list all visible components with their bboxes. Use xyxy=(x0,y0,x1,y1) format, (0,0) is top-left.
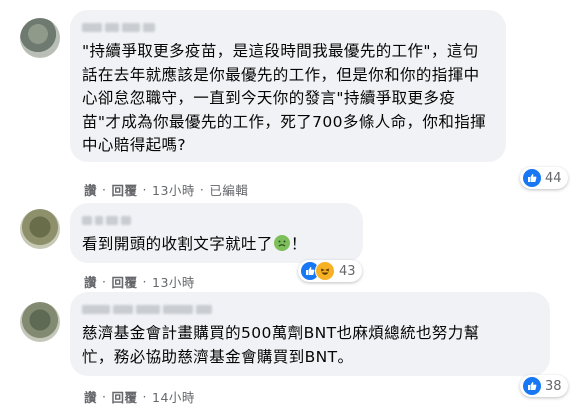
separator: · xyxy=(102,389,107,404)
reaction-summary[interactable]: 44 xyxy=(520,167,568,189)
comment-bubble: 慈濟基金會計畫購買的500萬劑BNT也麻煩總統也努力幫 忙，務必協助慈濟基金會購… xyxy=(70,292,550,376)
comment-bubble: 看到開頭的收割文字就吐了 ！ xyxy=(70,203,363,263)
timestamp[interactable]: 13小時 xyxy=(152,180,195,199)
edited-label[interactable]: 已編輯 xyxy=(209,180,248,199)
haha-icon xyxy=(315,261,335,281)
comment-text-end: ！ xyxy=(290,235,307,253)
reaction-summary[interactable]: 38 xyxy=(520,375,568,397)
separator: · xyxy=(102,274,107,289)
comment-actions: 讚 · 回覆 · 13小時 xyxy=(84,272,195,291)
comment-text: 看到開頭的收割文字就吐了 ！ xyxy=(82,233,351,257)
like-icon xyxy=(523,377,541,395)
author-name[interactable] xyxy=(82,302,538,316)
separator: · xyxy=(142,182,147,197)
reaction-count: 44 xyxy=(545,170,562,186)
like-icon xyxy=(523,169,541,187)
reaction-count: 38 xyxy=(545,378,562,394)
author-name[interactable] xyxy=(82,213,351,227)
reply-button[interactable]: 回覆 xyxy=(112,180,138,199)
sick-face-emoji xyxy=(273,235,290,251)
like-button[interactable]: 讚 xyxy=(84,387,97,406)
reply-button[interactable]: 回覆 xyxy=(112,272,138,291)
comment-text: 慈濟基金會計畫購買的500萬劑BNT也麻煩總統也努力幫 忙，務必協助慈濟基金會購… xyxy=(82,324,480,366)
separator: · xyxy=(142,274,147,289)
comment-text: "持續爭取更多疫苗，是這段時間我最優先的工作"，這句 話在去年就應該是你最優先的… xyxy=(82,42,487,154)
comment-actions: 讚 · 回覆 · 13小時 · 已編輯 xyxy=(84,180,248,199)
timestamp[interactable]: 14小時 xyxy=(152,387,195,406)
like-button[interactable]: 讚 xyxy=(84,180,97,199)
timestamp[interactable]: 13小時 xyxy=(152,272,195,291)
user-avatar[interactable] xyxy=(20,18,60,58)
reply-button[interactable]: 回覆 xyxy=(112,387,138,406)
separator: · xyxy=(102,182,107,197)
comment-bubble: "持續爭取更多疫苗，是這段時間我最優先的工作"，這句 話在去年就應該是你最優先的… xyxy=(70,10,506,162)
comment-actions: 讚 · 回覆 · 14小時 xyxy=(84,387,195,406)
comment-text-main: 看到開頭的收割文字就吐了 xyxy=(82,235,273,253)
like-button[interactable]: 讚 xyxy=(84,272,97,291)
reaction-count: 43 xyxy=(339,263,356,279)
separator: · xyxy=(199,182,205,197)
user-avatar[interactable] xyxy=(20,302,60,342)
separator: · xyxy=(142,389,147,404)
author-name[interactable] xyxy=(82,20,494,34)
user-avatar[interactable] xyxy=(20,209,60,249)
reaction-summary[interactable]: 43 xyxy=(298,260,362,282)
